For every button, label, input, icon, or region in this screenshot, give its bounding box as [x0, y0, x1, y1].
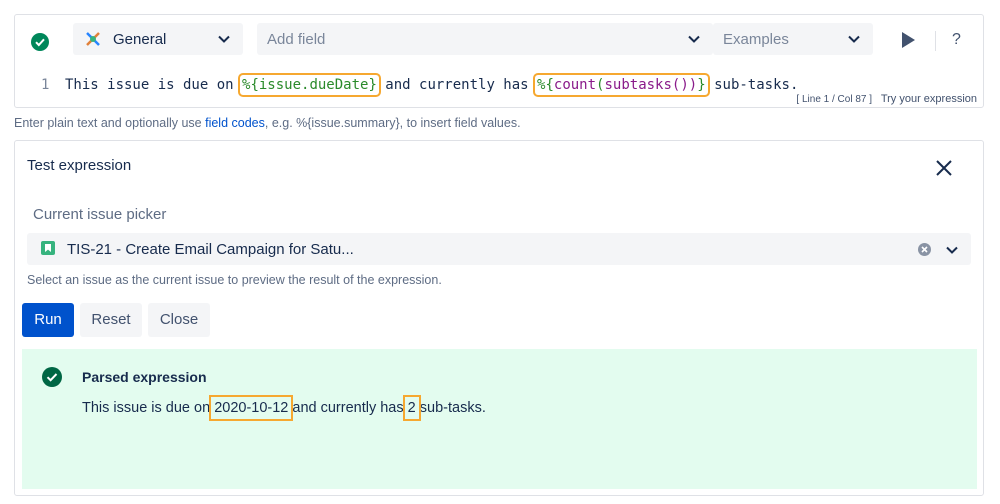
- result-due-date: 2020-10-12: [209, 395, 294, 421]
- add-field-placeholder: Add field: [267, 31, 326, 48]
- result-text-part: and currently has: [288, 400, 408, 416]
- chevron-down-icon: [688, 35, 700, 43]
- editor-help-text: Enter plain text and optionally use fiel…: [14, 116, 521, 130]
- try-expression-link[interactable]: Try your expression: [881, 93, 977, 105]
- add-field-select[interactable]: Add field: [257, 23, 713, 55]
- editor-status: [ Line 1 / Col 87 ] Try your expression: [796, 93, 977, 105]
- jira-tool-icon: [86, 32, 100, 46]
- examples-placeholder: Examples: [723, 31, 789, 48]
- issue-picker-label: Current issue picker: [33, 206, 167, 223]
- reset-button[interactable]: Reset: [80, 303, 142, 337]
- result-subtask-count: 2: [402, 395, 421, 421]
- field-codes-link[interactable]: field codes: [205, 116, 265, 130]
- code-token: %{: [537, 77, 554, 93]
- code-token: }: [697, 77, 706, 93]
- expression-code: This issue is due on %{issue.dueDate} an…: [65, 73, 799, 97]
- code-token: ()): [671, 77, 698, 93]
- chevron-down-icon: [848, 35, 860, 43]
- expression-editor: General Add field Examples ? 1 This issu…: [14, 14, 984, 108]
- help-text: Enter plain text and optionally use: [14, 116, 206, 130]
- panel-title: Test expression: [27, 157, 132, 174]
- story-icon: [41, 241, 55, 255]
- run-expression-play-icon[interactable]: [899, 31, 917, 49]
- type-select-value: General: [113, 31, 167, 48]
- result-text-part: sub-tasks.: [415, 400, 486, 416]
- clear-icon[interactable]: [918, 243, 931, 256]
- chevron-down-icon[interactable]: [945, 243, 959, 257]
- chevron-down-icon: [218, 35, 230, 43]
- run-button[interactable]: Run: [22, 303, 74, 337]
- type-select[interactable]: General: [73, 23, 243, 55]
- issue-picker[interactable]: TIS-21 - Create Email Campaign for Satu.…: [27, 233, 971, 265]
- result-text: This issue is due on 2020-10-12 and curr…: [82, 395, 486, 421]
- parsed-result: Parsed expression This issue is due on 2…: [22, 349, 977, 489]
- code-text: and currently has: [376, 77, 538, 93]
- help-icon[interactable]: ?: [952, 31, 961, 49]
- code-text: sub-tasks.: [705, 77, 799, 93]
- issue-picker-value: TIS-21 - Create Email Campaign for Satu.…: [67, 241, 354, 258]
- toolbar-divider: [935, 31, 936, 51]
- help-text: , e.g. %{issue.summary}, to insert field…: [264, 116, 521, 130]
- code-token: subtasks: [604, 77, 672, 93]
- success-check-icon: [42, 367, 62, 387]
- test-expression-panel: Test expression Current issue picker TIS…: [14, 140, 984, 496]
- line-number: 1: [41, 77, 50, 93]
- code-token: count: [553, 77, 597, 93]
- code-text: This issue is due on: [65, 77, 243, 93]
- examples-select[interactable]: Examples: [713, 23, 873, 55]
- valid-check-icon: [31, 33, 49, 51]
- result-text-part: This issue is due on: [82, 400, 215, 416]
- cursor-position: [ Line 1 / Col 87 ]: [796, 94, 873, 105]
- close-icon[interactable]: [933, 157, 955, 179]
- close-button[interactable]: Close: [148, 303, 210, 337]
- issue-picker-help: Select an issue as the current issue to …: [27, 273, 442, 287]
- result-title: Parsed expression: [82, 369, 207, 385]
- field-code-due-date: %{issue.dueDate}: [238, 73, 381, 97]
- field-code-count-subtasks: %{count(subtasks())}: [533, 73, 710, 97]
